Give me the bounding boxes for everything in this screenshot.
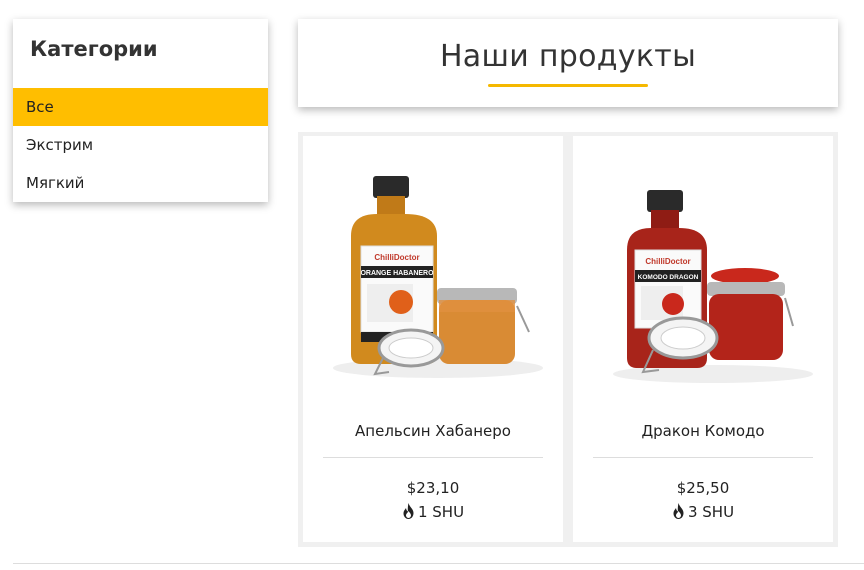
product-image[interactable]: ChilliDoctor ORANGE HABANERO: [303, 136, 563, 396]
page-header: Наши продукты: [298, 19, 838, 107]
category-item-all[interactable]: Все: [13, 88, 268, 126]
flame-icon: [403, 503, 414, 519]
bottle-brand: ChilliDoctor: [374, 253, 419, 262]
product-card[interactable]: ChilliDoctor KOMODO DRAGON Дракон Комодо…: [573, 136, 833, 542]
title-underline: [488, 84, 648, 87]
product-name[interactable]: Апельсин Хабанеро: [303, 422, 563, 440]
categories-title: Категории: [30, 37, 158, 61]
product-image[interactable]: ChilliDoctor KOMODO DRAGON: [573, 136, 833, 396]
product-heat: 3 SHU: [573, 503, 833, 521]
categories-panel: Категории Все Экстрим Мягкий: [13, 19, 268, 202]
product-price: $25,50: [676, 479, 730, 497]
product-price: $23,10: [406, 479, 460, 497]
category-item-mild[interactable]: Мягкий: [13, 164, 268, 202]
category-item-extreme[interactable]: Экстрим: [13, 126, 268, 164]
footer-divider: [13, 563, 864, 564]
product-grid: ChilliDoctor ORANGE HABANERO Апельсин Ха…: [298, 132, 838, 547]
bottle-brand: ChilliDoctor: [645, 257, 690, 266]
product-heat: 1 SHU: [303, 503, 563, 521]
page-title: Наши продукты: [439, 39, 697, 74]
product-name[interactable]: Дракон Комодо: [573, 422, 833, 440]
product-card[interactable]: ChilliDoctor ORANGE HABANERO Апельсин Ха…: [303, 136, 563, 542]
card-divider: [593, 457, 813, 458]
bottle-label: ORANGE HABANERO: [360, 270, 434, 277]
heat-value: 1 SHU: [417, 503, 465, 521]
bottle-label: KOMODO DRAGON: [638, 274, 699, 281]
flame-icon: [673, 503, 684, 519]
card-divider: [323, 457, 543, 458]
heat-value: 3 SHU: [687, 503, 735, 521]
